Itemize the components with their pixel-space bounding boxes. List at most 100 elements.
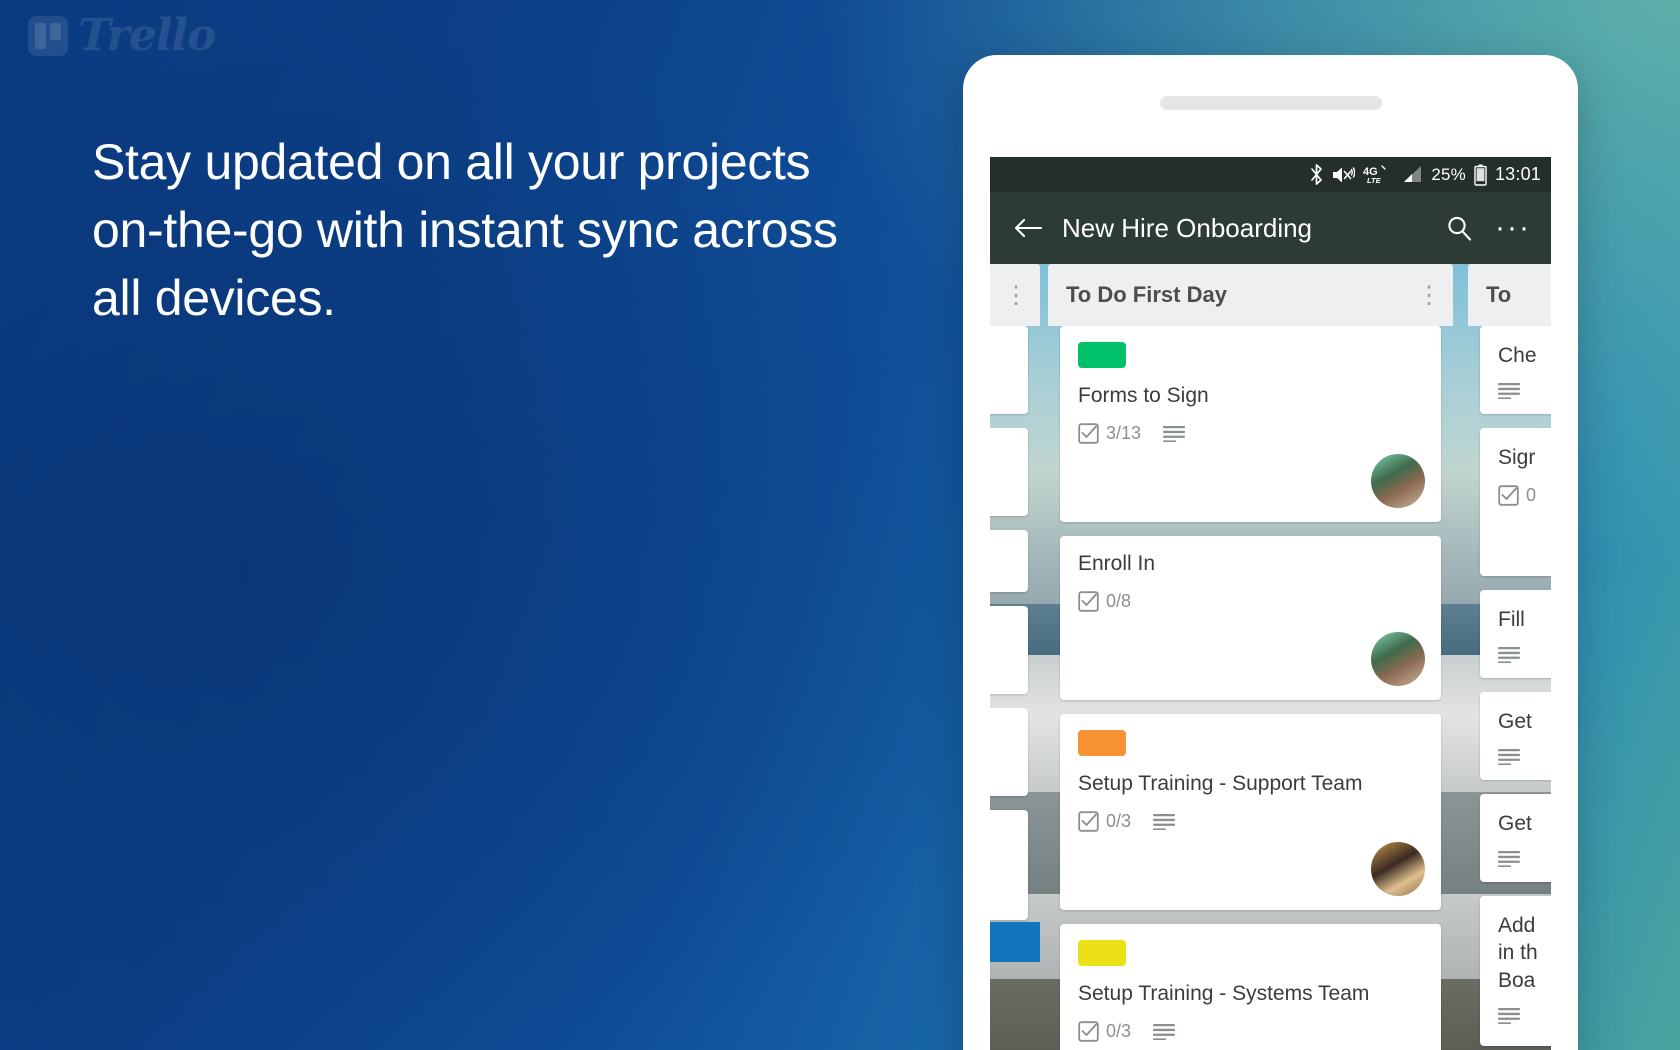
- card-label: [1078, 940, 1126, 966]
- list-item[interactable]: Add in th Boa: [1480, 896, 1551, 1046]
- card-title: ick: [990, 840, 1010, 867]
- search-icon[interactable]: [1439, 214, 1479, 242]
- card-title: Fill: [1498, 606, 1551, 633]
- checklist-badge: 0/8: [1078, 591, 1131, 612]
- card-label: [1078, 730, 1126, 756]
- back-arrow-icon[interactable]: [1008, 216, 1048, 240]
- list-to-do-first-day[interactable]: To Do First Day ⋮ Forms to Sign 3/13: [1048, 264, 1453, 1050]
- list-item[interactable]: ng ello: [990, 428, 1028, 516]
- card-badges: 0: [1498, 485, 1551, 506]
- checklist-badge: 0: [1498, 485, 1536, 506]
- mute-icon: [1332, 165, 1355, 185]
- status-bar-clock: 13:01: [1495, 164, 1541, 185]
- phone-device-mockup: 4G LTE 25% 13:01: [963, 55, 1578, 1050]
- list-item[interactable]: Get: [1480, 794, 1551, 882]
- list-item[interactable]: Get: [1480, 692, 1551, 780]
- overflow-menu-icon[interactable]: ⋮: [1422, 281, 1435, 310]
- card-title: Add in th Boa: [1498, 912, 1551, 994]
- card-title: Get: [1498, 810, 1551, 837]
- card-accent-fragment: [990, 922, 1040, 962]
- android-status-bar: 4G LTE 25% 13:01: [990, 157, 1551, 192]
- list-item[interactable]: ing nd: [990, 606, 1028, 694]
- list-header: To Do First Day ⋮: [1048, 264, 1453, 326]
- marketing-headline: Stay updated on all your projects on-the…: [92, 128, 852, 332]
- trello-logo: Trello: [28, 14, 216, 58]
- list-header: To: [1468, 264, 1551, 326]
- list-header: ⋮: [990, 264, 1040, 326]
- avatar[interactable]: [1371, 842, 1425, 896]
- card-badges: 0/3: [1078, 811, 1423, 832]
- list-item[interactable]: ve: [990, 708, 1028, 796]
- trello-logo-wordmark: Trello: [78, 14, 216, 58]
- checklist-badge: 0/3: [1078, 811, 1131, 832]
- checklist-count: 0/3: [1106, 811, 1131, 832]
- card-title: Setup Training - Support Team: [1078, 770, 1423, 797]
- card-title: Sigr: [1498, 444, 1551, 471]
- list-right-clipped[interactable]: To Che Sigr: [1468, 264, 1551, 1050]
- checklist-count: 0/3: [1106, 1021, 1131, 1042]
- list-item[interactable]: Fill: [1480, 590, 1551, 678]
- card-title: ing nd: [990, 622, 1010, 677]
- description-icon: [1498, 383, 1520, 399]
- checklist-badge: 3/13: [1078, 423, 1141, 444]
- list-left-clipped[interactable]: ⋮ y ew ng ello ting ing nd: [990, 264, 1040, 1050]
- list-item[interactable]: Forms to Sign 3/13: [1060, 326, 1441, 522]
- list-item[interactable]: Setup Training - Support Team 0/3: [1060, 714, 1441, 910]
- checklist-count: 3/13: [1106, 423, 1141, 444]
- description-icon: [1153, 814, 1175, 830]
- phone-screen: 4G LTE 25% 13:01: [990, 157, 1551, 1050]
- card-badges: [1498, 1008, 1551, 1024]
- list-item[interactable]: Sigr 0: [1480, 428, 1551, 576]
- trello-board-icon: [28, 16, 68, 56]
- card-title: Che: [1498, 342, 1551, 369]
- list-title: To Do First Day: [1066, 282, 1422, 308]
- card-badges: 0/8: [1078, 591, 1423, 612]
- signal-bars-icon: [1401, 165, 1423, 184]
- list-item[interactable]: Che: [1480, 326, 1551, 414]
- list-card-area: Forms to Sign 3/13: [1048, 326, 1453, 1050]
- description-icon: [1498, 851, 1520, 867]
- checklist-count: 0/8: [1106, 591, 1131, 612]
- 4g-lte-icon: 4G LTE: [1363, 164, 1393, 185]
- card-badges: [1498, 851, 1551, 867]
- description-icon: [1498, 749, 1520, 765]
- board-canvas: ⋮ y ew ng ello ting ing nd: [990, 264, 1551, 1050]
- description-icon: [1498, 1008, 1520, 1024]
- battery-percent-label: 25%: [1431, 165, 1466, 185]
- list-item[interactable]: ick: [990, 810, 1028, 920]
- description-icon: [1498, 647, 1520, 663]
- board-title: New Hire Onboarding: [1062, 213, 1425, 244]
- card-title: Setup Training - Systems Team: [1078, 980, 1423, 1007]
- list-item[interactable]: ting: [990, 530, 1028, 592]
- list-item[interactable]: Setup Training - Systems Team 0/3: [1060, 924, 1441, 1050]
- battery-icon: [1474, 164, 1487, 186]
- checklist-badge: 0/3: [1078, 1021, 1131, 1042]
- card-title: Enroll In: [1078, 550, 1423, 577]
- card-badges: 3/13: [1078, 423, 1423, 444]
- description-icon: [1153, 1024, 1175, 1040]
- card-title: ting: [990, 546, 1010, 573]
- list-card-area: y ew ng ello ting ing nd ve ic: [990, 326, 1040, 1050]
- list-title: To: [1486, 282, 1551, 308]
- checklist-count: 0: [1526, 485, 1536, 506]
- svg-text:LTE: LTE: [1367, 176, 1382, 185]
- card-label: [1078, 342, 1126, 368]
- card-title: ve: [990, 748, 1010, 775]
- overflow-menu-icon[interactable]: ···: [1493, 219, 1533, 237]
- card-title: Get: [1498, 708, 1551, 735]
- card-badges: [1498, 383, 1551, 399]
- list-item[interactable]: Enroll In 0/8: [1060, 536, 1441, 700]
- card-badges: [1498, 749, 1551, 765]
- list-card-area: Che Sigr 0: [1468, 326, 1551, 1050]
- avatar[interactable]: [1371, 632, 1425, 686]
- card-badges: 0/3: [1078, 1021, 1423, 1042]
- card-title: ng ello: [990, 444, 1010, 499]
- overflow-menu-icon[interactable]: ⋮: [1009, 281, 1022, 310]
- avatar[interactable]: [1371, 454, 1425, 508]
- card-title: y ew: [990, 342, 1010, 397]
- list-item[interactable]: y ew: [990, 326, 1028, 414]
- bluetooth-icon: [1309, 164, 1324, 185]
- description-icon: [1163, 426, 1185, 442]
- app-bar: New Hire Onboarding ···: [990, 192, 1551, 264]
- card-badges: [1498, 647, 1551, 663]
